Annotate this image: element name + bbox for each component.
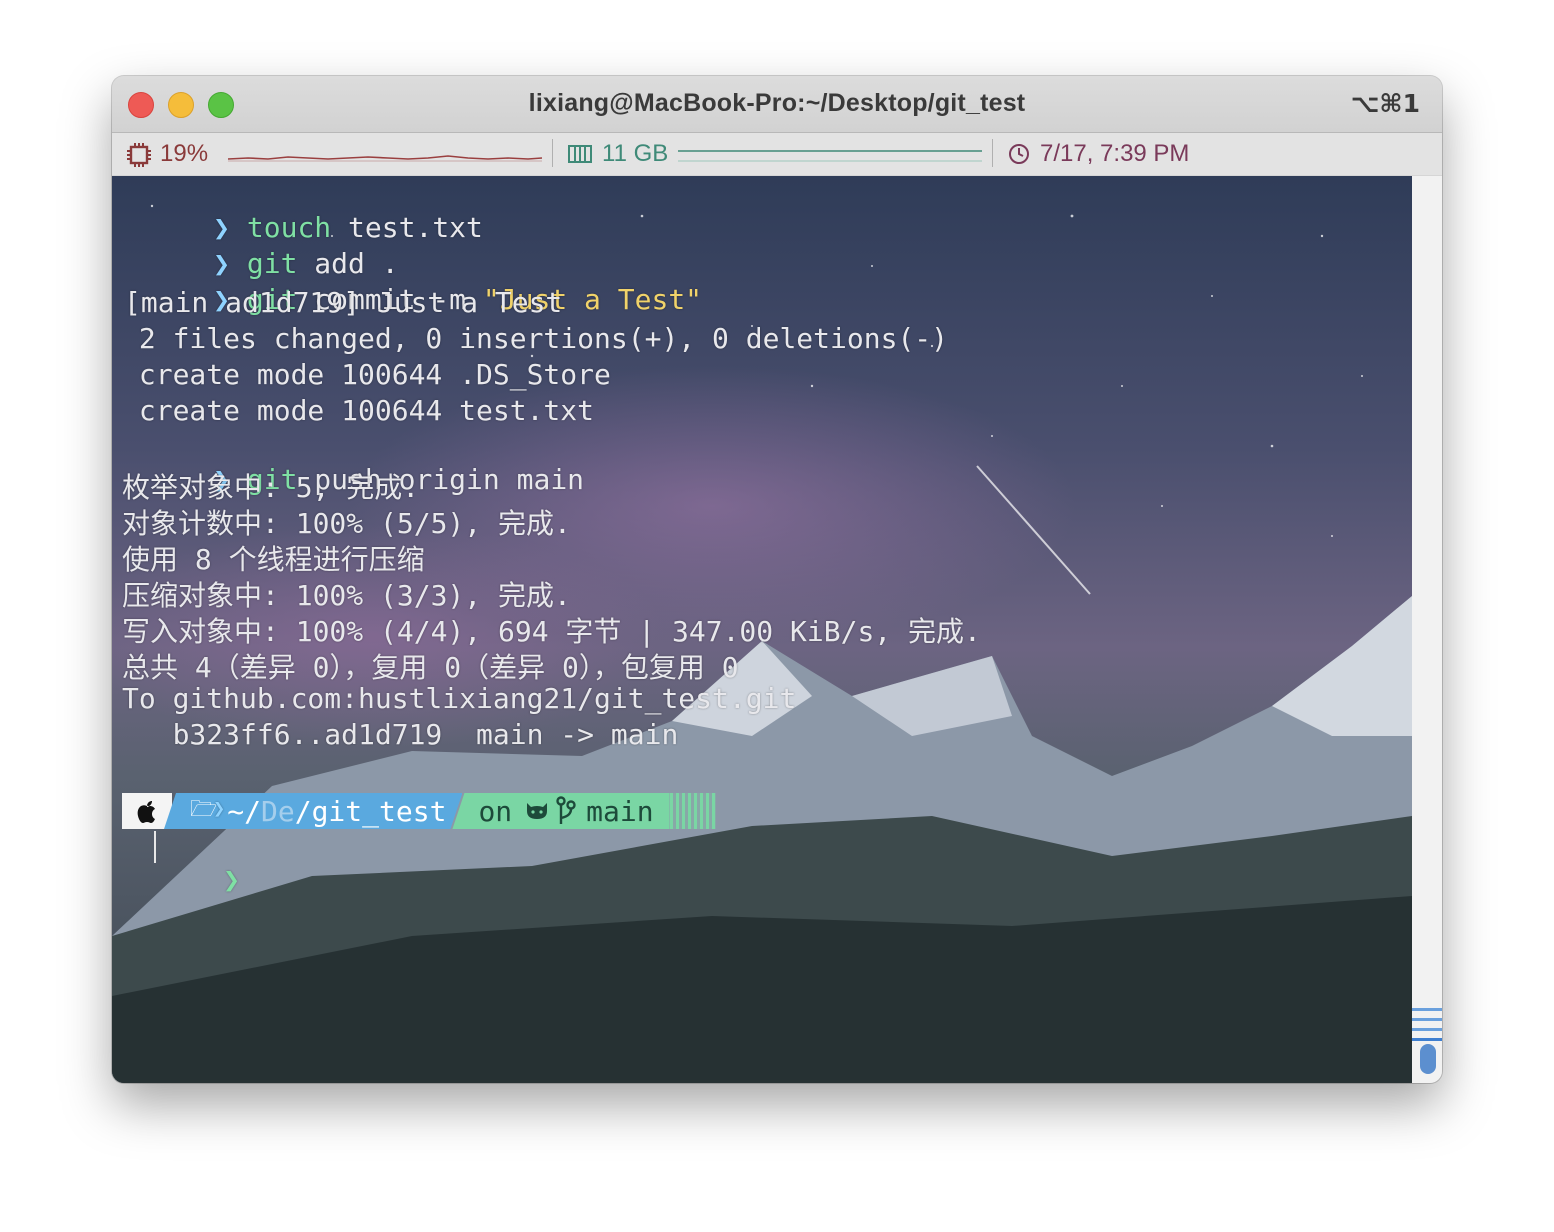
scrollbar[interactable] — [1412, 176, 1442, 1083]
scroll-marker — [1412, 1028, 1442, 1031]
memory-sparkline — [678, 150, 982, 162]
terminal-output: 总共 4（差异 0），复用 0（差异 0），包复用 0 — [122, 651, 739, 684]
terminal-input-line[interactable]: ❯ — [122, 830, 240, 896]
terminal-output: create mode 100644 .DS_Store — [122, 358, 611, 391]
terminal-output: 对象计数中: 100% (5/5), 完成. — [122, 507, 571, 540]
memory-icon — [568, 145, 592, 163]
terminal-output: create mode 100644 test.txt — [122, 394, 595, 427]
window-title: lixiang@MacBook-Pro:~/Desktop/git_test — [528, 89, 1026, 117]
terminal-line: ❯ — [112, 756, 225, 820]
memory-usage: 11 GB — [602, 140, 669, 167]
path-abbrev: De — [261, 794, 295, 828]
cpu-usage: 19% — [160, 140, 209, 167]
terminal-output: 使用 8 个线程进行压缩 — [122, 543, 425, 576]
path-home: ~/ — [227, 794, 261, 828]
terminal-line: ❯ touch test.txt — [213, 211, 483, 244]
git-on-label: on — [478, 794, 513, 828]
scroll-marker — [1412, 1038, 1442, 1041]
terminal-area[interactable]: ❯ touch test.txt ❯ git add . ❯ git commi… — [112, 176, 1412, 1083]
terminal-output: [main ad1d719] Just a Test — [124, 286, 563, 319]
input-prompt-arrow: ❯ — [223, 863, 241, 896]
status-divider — [992, 139, 993, 167]
path-tail: /git_test — [294, 794, 447, 828]
branch-icon — [556, 796, 576, 824]
cpu-icon — [127, 143, 151, 167]
git-branch: main — [586, 794, 654, 828]
github-icon — [527, 803, 548, 819]
prompt-arrow-small: ❯ — [213, 796, 226, 820]
terminal-output: 写入对象中: 100% (4/4), 694 字节 | 347.00 KiB/s… — [122, 615, 981, 648]
terminal-output: 枚举对象中: 5, 完成. — [122, 471, 420, 504]
terminal-output: 2 files changed, 0 insertions(+), 0 dele… — [122, 322, 949, 355]
clock-icon — [1009, 144, 1029, 164]
window-shortcut: ⌥⌘1 — [1350, 89, 1420, 118]
terminal-output: To github.com:hustlixiang21/git_test.git — [122, 682, 797, 715]
title-bar[interactable]: lixiang@MacBook-Pro:~/Desktop/git_test ⌥… — [112, 76, 1442, 133]
terminal-output: 压缩对象中: 100% (3/3), 完成. — [122, 579, 571, 612]
terminal-output: b323ff6..ad1d719 main -> main — [122, 718, 679, 751]
scroll-marker — [1412, 1018, 1442, 1021]
cpu-sparkline — [228, 155, 542, 162]
terminal-line: ❯ git push origin main — [213, 463, 585, 496]
segment-fade — [669, 793, 716, 829]
scrollbar-thumb[interactable] — [1420, 1044, 1436, 1074]
text-cursor — [154, 831, 156, 863]
git-segment: on main — [452, 793, 670, 829]
clock-time: 7/17, 7:39 PM — [1040, 140, 1190, 167]
status-bar: 19% 11 GB 7/17, 7:39 PM — [112, 133, 1442, 175]
terminal-line: ❯ git add . — [213, 247, 399, 280]
terminal-line: ❯ git commit -m "Just a Test" — [213, 283, 703, 316]
scroll-marker — [1412, 1008, 1442, 1011]
status-divider — [552, 139, 553, 167]
terminal-window: lixiang@MacBook-Pro:~/Desktop/git_test ⌥… — [112, 76, 1442, 1083]
